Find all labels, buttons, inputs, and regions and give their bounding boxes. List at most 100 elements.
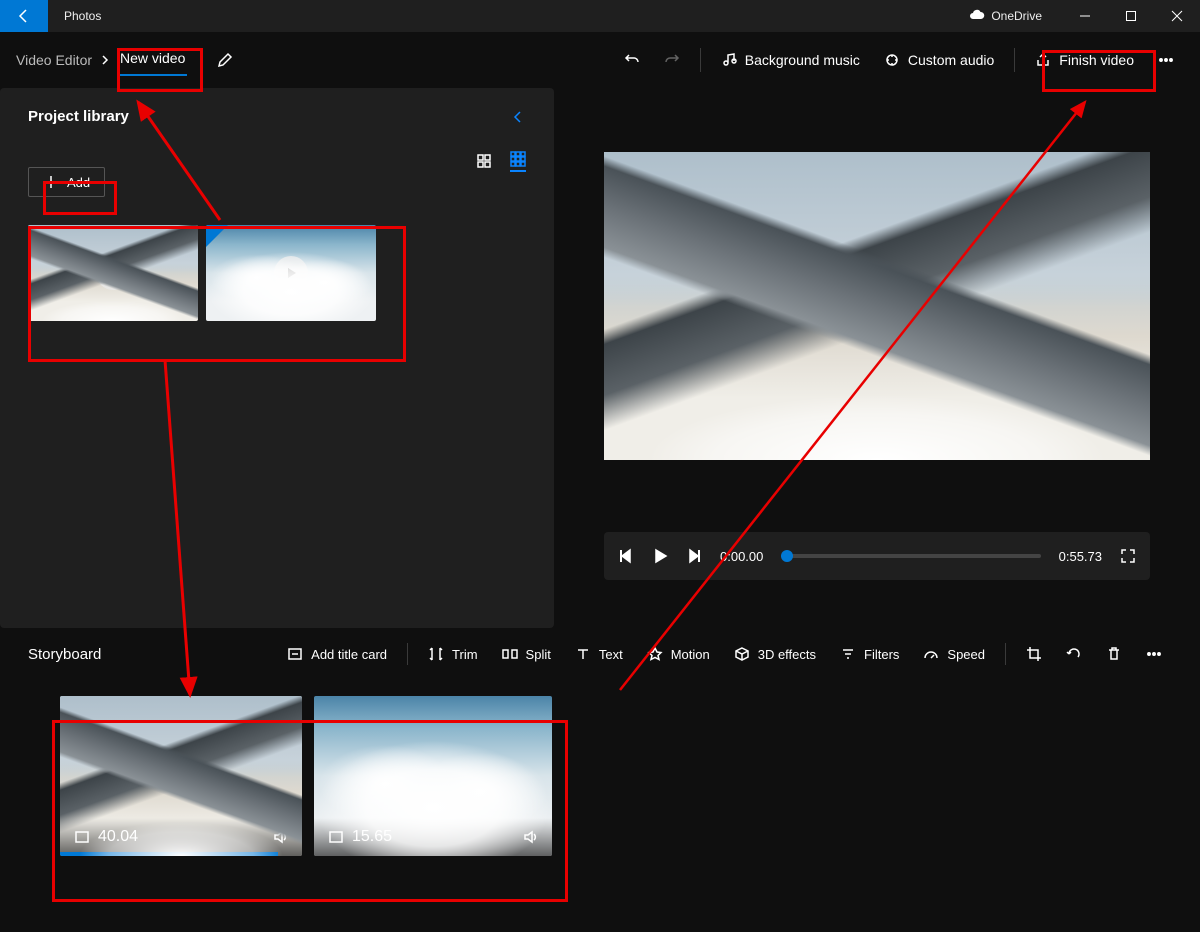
storyboard-toolbar: Storyboard Add title card Trim Split Tex… — [0, 628, 1200, 668]
arrow-left-icon — [16, 8, 32, 24]
undo-button[interactable] — [614, 46, 650, 74]
more-icon — [1146, 646, 1162, 662]
motion-button[interactable]: Motion — [637, 640, 720, 668]
finish-video-button[interactable]: Finish video — [1025, 46, 1144, 74]
selected-corner-icon — [28, 225, 50, 247]
custom-audio-label: Custom audio — [908, 52, 994, 68]
add-label: Add — [67, 175, 90, 190]
maximize-icon — [1125, 10, 1137, 22]
minimize-button[interactable] — [1062, 0, 1108, 32]
more-button[interactable] — [1148, 46, 1184, 74]
close-button[interactable] — [1154, 0, 1200, 32]
delete-button[interactable] — [1096, 640, 1132, 668]
back-button[interactable] — [0, 0, 48, 32]
play-overlay-icon — [96, 256, 130, 290]
close-icon — [1171, 10, 1183, 22]
library-item-2[interactable] — [206, 225, 376, 321]
selected-corner-icon — [206, 225, 228, 247]
plus-icon — [43, 174, 59, 190]
pencil-icon — [217, 52, 233, 68]
3d-effects-button[interactable]: 3D effects — [724, 640, 826, 668]
split-button[interactable]: Split — [492, 640, 561, 668]
total-time: 0:55.73 — [1059, 549, 1102, 564]
onedrive-button[interactable]: OneDrive — [969, 8, 1042, 24]
rotate-icon — [1066, 646, 1082, 662]
redo-icon — [664, 52, 680, 68]
title-card-icon — [287, 646, 303, 662]
project-name[interactable]: New video — [118, 44, 187, 76]
step-back-icon — [618, 548, 634, 564]
main-toolbar: Video Editor New video Background music … — [0, 32, 1200, 88]
project-library-panel: Project library Add — [0, 88, 554, 628]
view-single-button[interactable] — [476, 153, 492, 169]
background-music-button[interactable]: Background music — [711, 46, 870, 74]
grid-large-icon — [476, 153, 492, 169]
add-button[interactable]: Add — [28, 167, 105, 197]
separator — [700, 48, 701, 72]
text-button[interactable]: Text — [565, 640, 633, 668]
rename-button[interactable] — [207, 46, 243, 74]
speed-button[interactable]: Speed — [913, 640, 995, 668]
play-icon — [652, 548, 668, 564]
finish-video-label: Finish video — [1059, 52, 1134, 68]
maximize-button[interactable] — [1108, 0, 1154, 32]
video-preview[interactable] — [604, 152, 1150, 460]
clip-icon — [328, 829, 344, 845]
music-icon — [721, 52, 737, 68]
collapse-button[interactable] — [510, 109, 526, 125]
trash-icon — [1106, 646, 1122, 662]
timeline-slider[interactable] — [781, 554, 1040, 558]
next-frame-button[interactable] — [686, 548, 702, 564]
redo-button[interactable] — [654, 46, 690, 74]
undo-icon — [624, 52, 640, 68]
speed-icon — [923, 646, 939, 662]
breadcrumb: Video Editor New video — [16, 44, 243, 76]
storyboard-title: Storyboard — [28, 646, 101, 663]
background-music-label: Background music — [745, 52, 860, 68]
separator — [1014, 48, 1015, 72]
app-title: Photos — [64, 9, 101, 23]
play-button[interactable] — [652, 548, 668, 564]
trim-icon — [428, 646, 444, 662]
view-grid-button[interactable] — [510, 151, 526, 172]
cloud-icon — [969, 8, 985, 24]
clip-duration: 40.04 — [98, 828, 138, 846]
text-icon — [575, 646, 591, 662]
split-icon — [502, 646, 518, 662]
clip-audio-icon — [522, 829, 538, 845]
motion-icon — [647, 646, 663, 662]
prev-frame-button[interactable] — [618, 548, 634, 564]
fullscreen-icon — [1120, 548, 1136, 564]
cube-icon — [734, 646, 750, 662]
breadcrumb-root[interactable]: Video Editor — [16, 52, 92, 68]
chevron-right-icon — [100, 55, 110, 65]
step-forward-icon — [686, 548, 702, 564]
clip-checkbox[interactable] — [272, 706, 292, 726]
filters-button[interactable]: Filters — [830, 640, 909, 668]
play-overlay-icon — [274, 256, 308, 290]
storyboard-row: 40.04 15.65 — [0, 668, 1200, 856]
minimize-icon — [1079, 10, 1091, 22]
crop-button[interactable] — [1016, 640, 1052, 668]
crop-icon — [1026, 646, 1042, 662]
custom-audio-button[interactable]: Custom audio — [874, 46, 1004, 74]
add-title-card-button[interactable]: Add title card — [277, 640, 397, 668]
export-icon — [1035, 52, 1051, 68]
adjust-icon — [884, 52, 900, 68]
rotate-button[interactable] — [1056, 640, 1092, 668]
storyboard-clip-1[interactable]: 40.04 — [60, 696, 302, 856]
storyboard-clip-2[interactable]: 15.65 — [314, 696, 552, 856]
preview-area: 0:00.00 0:55.73 — [554, 88, 1200, 628]
trim-button[interactable]: Trim — [418, 640, 488, 668]
clip-duration: 15.65 — [352, 828, 392, 846]
clip-audio-icon — [272, 829, 288, 845]
player-controls: 0:00.00 0:55.73 — [604, 532, 1150, 580]
clip-icon — [74, 829, 90, 845]
fullscreen-button[interactable] — [1120, 548, 1136, 564]
current-time: 0:00.00 — [720, 549, 763, 564]
chevron-left-icon — [510, 109, 526, 125]
library-item-1[interactable] — [28, 225, 198, 321]
storyboard-more-button[interactable] — [1136, 640, 1172, 668]
titlebar: Photos OneDrive — [0, 0, 1200, 32]
panel-title: Project library — [28, 108, 129, 125]
